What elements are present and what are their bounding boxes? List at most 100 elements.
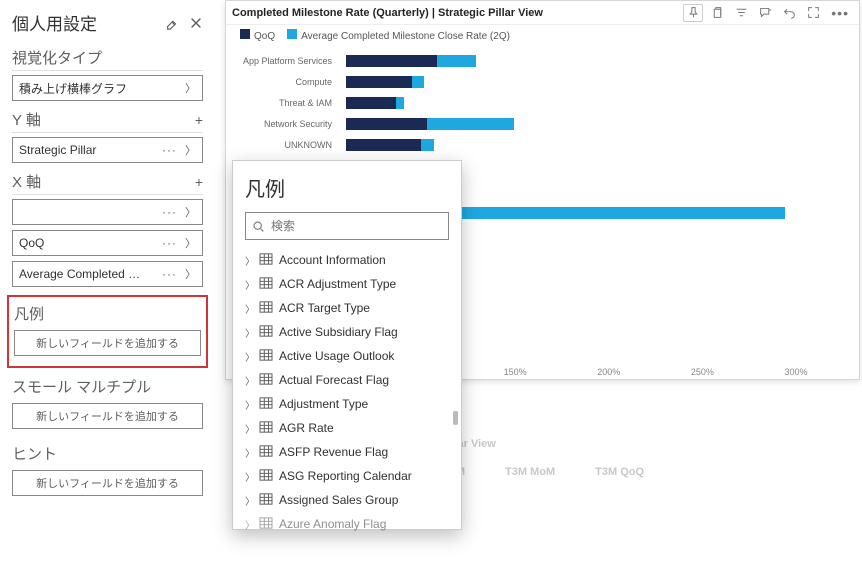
table-icon [259,325,273,340]
field-picker-item[interactable]: 〉 AGR Rate [245,416,449,440]
chevron-right-icon: 〉 [185,142,196,158]
field-name: Active Usage Outlook [279,349,394,363]
chevron-right-icon: 〉 [245,445,253,460]
bar-segment[interactable] [437,55,476,67]
y-axis-label: Y 軸+ [12,109,203,133]
field-name: Actual Forecast Flag [279,373,389,387]
field-picker-popup: 凡例 〉Account Information〉ACR Adjustment T… [232,160,462,530]
bar-segment[interactable] [427,118,513,130]
chevron-right-icon: 〉 [245,325,253,340]
scrollbar-thumb[interactable] [453,411,458,425]
bar-category-label: Compute [226,77,338,87]
pin-icon[interactable] [683,4,703,22]
panel-title: 個人用設定 [12,10,97,35]
field-name: ASG Reporting Calendar [279,469,412,483]
table-icon [259,397,273,412]
filter-icon[interactable] [731,4,751,22]
y-axis-field-0[interactable]: Strategic Pillar ···〉 [12,137,203,163]
table-icon [259,469,273,484]
chart-legend: QoQ Average Completed Milestone Close Ra… [226,25,859,48]
field-picker-item[interactable]: 〉 Account Information [245,248,449,272]
table-icon [259,373,273,388]
field-picker-item[interactable]: 〉Assigned Sales Group [245,488,449,512]
field-picker-item[interactable]: 〉 ASFP Revenue Flag [245,440,449,464]
x-axis-field-0[interactable]: ···〉 [12,199,203,225]
search-icon [252,220,265,233]
field-search[interactable] [245,212,449,240]
field-name: Active Subsidiary Flag [279,325,398,339]
table-icon [259,493,273,508]
comment-icon[interactable] [755,4,775,22]
bar-category-label: Network Security [226,119,338,129]
bar-row[interactable]: Compute [346,73,819,91]
undo-icon[interactable] [779,4,799,22]
visual-toolbar: ••• [683,4,853,22]
legend-swatch-avg [287,29,297,39]
legend-add-field[interactable]: 新しいフィールドを追加する [14,330,201,356]
field-picker-item[interactable]: 〉 Active Subsidiary Flag [245,320,449,344]
bar-segment[interactable] [346,76,412,88]
tooltip-label: ヒント [12,443,203,466]
chevron-right-icon: 〉 [185,266,196,282]
field-picker-item[interactable]: 〉 ACR Target Type [245,296,449,320]
small-multiples-add-field[interactable]: 新しいフィールドを追加する [12,403,203,429]
viz-type-label: 視覚化タイプ [12,47,203,71]
x-axis-field-2[interactable]: Average Completed … ···〉 [12,261,203,287]
bar-segment[interactable] [396,97,404,109]
viz-type-dropdown[interactable]: 積み上げ横棒グラフ 〉 [12,75,203,101]
field-picker-item[interactable]: 〉 ASG Reporting Calendar [245,464,449,488]
bar-row[interactable]: Threat & IAM [346,94,819,112]
field-picker-item[interactable]: 〉ACR Adjustment Type [245,272,449,296]
chevron-right-icon: 〉 [185,80,196,96]
field-picker-item[interactable]: 〉 Active Usage Outlook [245,344,449,368]
panel-header: 個人用設定 [12,10,203,35]
bar-segment[interactable] [346,97,396,109]
bar-row[interactable]: UNKNOWN [346,136,819,154]
x-axis-label: X 軸+ [12,171,203,195]
field-picker-item[interactable]: 〉Adjustment Type [245,392,449,416]
legend-label: 凡例 [14,303,201,326]
focus-mode-icon[interactable] [803,4,823,22]
tooltip-add-field[interactable]: 新しいフィールドを追加する [12,470,203,496]
chevron-right-icon: 〉 [185,204,196,220]
bar-segment[interactable] [421,139,434,151]
bar-segment[interactable] [346,118,427,130]
bar-segment[interactable] [346,55,437,67]
chevron-right-icon: 〉 [245,517,253,532]
bar-row[interactable]: Network Security [346,115,819,133]
add-x-field-icon[interactable]: + [195,174,203,190]
bar-category-label: Threat & IAM [226,98,338,108]
small-multiples-label: スモール マルチプル [12,376,203,399]
bar-row[interactable]: App Platform Services [346,52,819,70]
close-icon[interactable] [189,16,203,30]
chevron-right-icon: 〉 [245,469,253,484]
chevron-right-icon: 〉 [245,301,253,316]
popup-title: 凡例 [245,173,449,202]
bar-category-label: UNKNOWN [226,140,338,150]
chart-title: Completed Milestone Rate (Quarterly) | S… [232,7,543,19]
chevron-right-icon: 〉 [245,349,253,364]
copy-icon[interactable] [707,4,727,22]
chevron-right-icon: 〉 [185,235,196,251]
more-options-icon[interactable]: ••• [827,5,853,21]
field-picker-item[interactable]: 〉Actual Forecast Flag [245,368,449,392]
field-name: ACR Target Type [279,301,370,315]
chevron-right-icon: 〉 [245,397,253,412]
field-name: AGR Rate [279,421,334,435]
field-name: ASFP Revenue Flag [279,445,388,459]
table-icon [259,301,273,316]
table-icon [259,421,273,436]
field-name: Account Information [279,253,386,267]
bar-segment[interactable] [346,139,421,151]
legend-section-focused: 凡例 新しいフィールドを追加する [7,295,208,368]
reset-icon[interactable] [165,16,179,30]
field-name: ACR Adjustment Type [279,277,396,291]
field-search-input[interactable] [271,219,442,233]
field-picker-item[interactable]: 〉Azure Anomaly Flag [245,512,449,536]
add-y-field-icon[interactable]: + [195,112,203,128]
field-list: 〉Account Information〉ACR Adjustment Type… [245,248,449,536]
chevron-right-icon: 〉 [245,421,253,436]
chevron-right-icon: 〉 [245,253,253,268]
x-axis-field-1[interactable]: QoQ ···〉 [12,230,203,256]
bar-segment[interactable] [412,76,425,88]
